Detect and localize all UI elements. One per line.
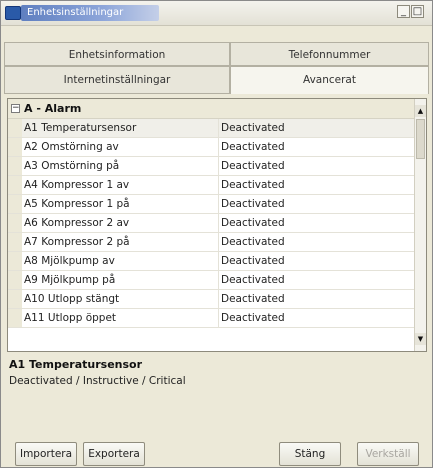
property-name: A11 Utlopp öppet bbox=[22, 309, 219, 327]
row-gutter bbox=[8, 233, 22, 251]
property-name: A2 Omstörning av bbox=[22, 138, 219, 156]
property-name: A9 Mjölkpump på bbox=[22, 271, 219, 289]
vertical-scrollbar[interactable]: ▲ ▼ bbox=[414, 99, 426, 351]
row-gutter bbox=[8, 271, 22, 289]
table-row[interactable]: A9 Mjölkpump på Deactivated bbox=[8, 271, 414, 290]
group-label: A - Alarm bbox=[24, 102, 82, 115]
tab-strip: Enhetsinformation Telefonnummer Internet… bbox=[4, 42, 429, 94]
property-value[interactable]: Deactivated bbox=[219, 271, 414, 289]
property-name: A6 Kompressor 2 av bbox=[22, 214, 219, 232]
table-row[interactable]: A6 Kompressor 2 av Deactivated bbox=[8, 214, 414, 233]
property-value[interactable]: Deactivated bbox=[219, 138, 414, 156]
settings-window: Enhetsinställningar _ □ Enhetsinformatio… bbox=[0, 0, 433, 468]
property-value[interactable]: Deactivated bbox=[219, 290, 414, 308]
table-row[interactable]: A4 Kompressor 1 av Deactivated bbox=[8, 176, 414, 195]
table-row[interactable]: A1 Temperatursensor Deactivated bbox=[8, 119, 414, 138]
scroll-down-icon[interactable]: ▼ bbox=[415, 333, 426, 345]
row-gutter bbox=[8, 309, 22, 327]
description-title: A1 Temperatursensor bbox=[9, 358, 143, 371]
property-name: A4 Kompressor 1 av bbox=[22, 176, 219, 194]
property-value[interactable]: Deactivated bbox=[219, 233, 414, 251]
collapse-icon[interactable]: − bbox=[11, 104, 20, 113]
import-button[interactable]: Importera bbox=[15, 442, 77, 466]
property-value[interactable]: Deactivated bbox=[219, 309, 414, 327]
property-value[interactable]: Deactivated bbox=[219, 119, 414, 137]
row-gutter bbox=[8, 138, 22, 156]
close-button[interactable]: Stäng bbox=[279, 442, 341, 466]
property-value[interactable]: Deactivated bbox=[219, 214, 414, 232]
property-value[interactable]: Deactivated bbox=[219, 157, 414, 175]
row-gutter bbox=[8, 290, 22, 308]
tab-telefonnummer[interactable]: Telefonnummer bbox=[230, 42, 429, 66]
group-row-alarm[interactable]: − A - Alarm bbox=[8, 99, 414, 119]
title-bar[interactable]: Enhetsinställningar _ □ bbox=[1, 1, 432, 26]
property-name: A7 Kompressor 2 på bbox=[22, 233, 219, 251]
row-gutter bbox=[8, 252, 22, 270]
description-text: Deactivated / Instructive / Critical bbox=[9, 375, 186, 387]
description-pane: A1 Temperatursensor Deactivated / Instru… bbox=[7, 355, 427, 425]
table-row[interactable]: A11 Utlopp öppet Deactivated bbox=[8, 309, 414, 328]
export-button[interactable]: Exportera bbox=[83, 442, 145, 466]
scroll-thumb[interactable] bbox=[416, 119, 425, 159]
table-row[interactable]: A8 Mjölkpump av Deactivated bbox=[8, 252, 414, 271]
minimize-button[interactable]: _ bbox=[397, 5, 410, 18]
property-name: A10 Utlopp stängt bbox=[22, 290, 219, 308]
tab-enhetsinformation[interactable]: Enhetsinformation bbox=[4, 42, 230, 66]
scroll-up-icon[interactable]: ▲ bbox=[415, 105, 426, 117]
table-row[interactable]: A7 Kompressor 2 på Deactivated bbox=[8, 233, 414, 252]
window-title: Enhetsinställningar bbox=[21, 5, 159, 21]
table-row[interactable]: A2 Omstörning av Deactivated bbox=[8, 138, 414, 157]
tab-avancerat[interactable]: Avancerat bbox=[230, 66, 429, 94]
apply-button: Verkställ bbox=[357, 442, 419, 466]
table-row[interactable]: A10 Utlopp stängt Deactivated bbox=[8, 290, 414, 309]
app-icon bbox=[5, 6, 21, 20]
property-name: A3 Omstörning på bbox=[22, 157, 219, 175]
row-gutter bbox=[8, 195, 22, 213]
maximize-button[interactable]: □ bbox=[411, 5, 424, 18]
property-value[interactable]: Deactivated bbox=[219, 176, 414, 194]
table-row[interactable]: A3 Omstörning på Deactivated bbox=[8, 157, 414, 176]
row-gutter bbox=[8, 157, 22, 175]
row-gutter bbox=[8, 214, 22, 232]
property-grid: − A - Alarm A1 Temperatursensor Deactiva… bbox=[7, 98, 427, 352]
tab-internetinstallningar[interactable]: Internetinställningar bbox=[4, 66, 230, 94]
property-name: A5 Kompressor 1 på bbox=[22, 195, 219, 213]
property-value[interactable]: Deactivated bbox=[219, 195, 414, 213]
property-name: A1 Temperatursensor bbox=[22, 119, 219, 137]
row-gutter bbox=[8, 176, 22, 194]
property-value[interactable]: Deactivated bbox=[219, 252, 414, 270]
table-row[interactable]: A5 Kompressor 1 på Deactivated bbox=[8, 195, 414, 214]
property-name: A8 Mjölkpump av bbox=[22, 252, 219, 270]
property-rows: A1 Temperatursensor Deactivated A2 Omstö… bbox=[8, 119, 414, 328]
row-gutter bbox=[8, 119, 22, 137]
